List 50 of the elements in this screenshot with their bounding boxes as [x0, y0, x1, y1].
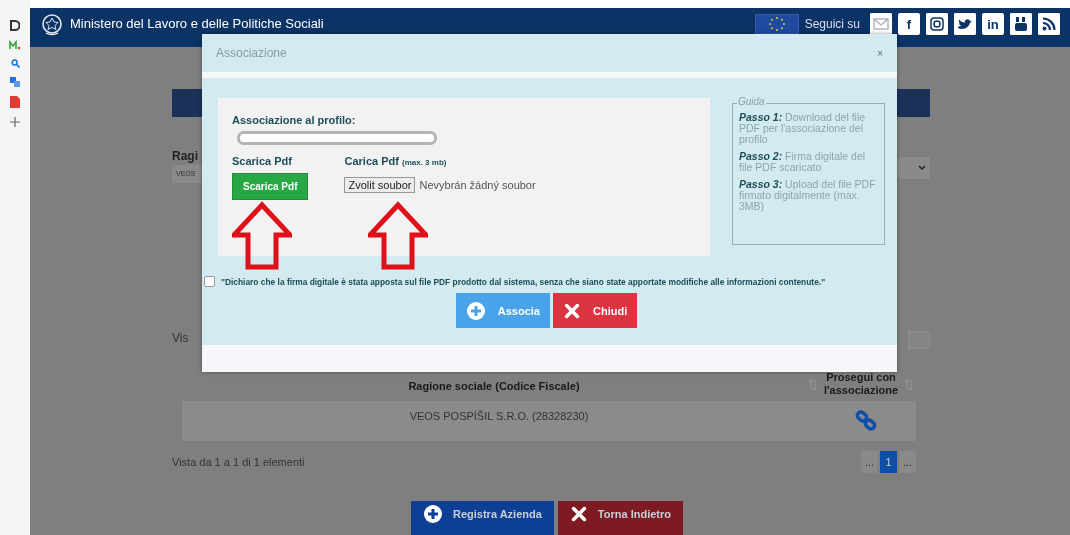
modal-title: Associazione	[216, 46, 287, 60]
action-button[interactable]: Associa	[455, 293, 550, 328]
profile-label: Associazione al profilo:	[232, 114, 357, 126]
social-link[interactable]: in	[982, 13, 1004, 35]
mail-icon[interactable]	[870, 13, 892, 35]
guide-step: Passo 2: Firma digitale del file PDF scaricato	[739, 151, 879, 173]
bird-icon[interactable]	[954, 13, 976, 35]
up-arrow	[368, 201, 428, 271]
social-link[interactable]: f	[898, 13, 920, 35]
select-field[interactable]	[897, 157, 930, 179]
eu-flag-icon	[754, 14, 799, 34]
guide-title: Guida	[737, 96, 766, 107]
search-icon[interactable]	[10, 59, 20, 68]
close-button[interactable]: ×	[877, 47, 883, 59]
chevron-icon	[918, 165, 926, 171]
download-label: Scarica Pdf	[232, 155, 293, 167]
download-button[interactable]: Scarica Pdf	[232, 173, 309, 200]
column-header[interactable]: Prosegui con l'associazione	[820, 371, 902, 397]
size-hint: (max. 3 mb)	[401, 158, 447, 167]
site-title[interactable]: Ministero del Lavoro e delle Politiche Sociali	[70, 16, 324, 31]
upload-label: Carica Pdf	[344, 155, 399, 167]
action-button[interactable]: Torna Indietro	[557, 501, 683, 535]
table-cell-text: VEOS POSPÍŠIL S.R.O. (28328230)	[408, 410, 590, 424]
page-button[interactable]: ...	[861, 451, 878, 473]
pdf-icon[interactable]	[10, 96, 20, 108]
field-label: Ragi	[172, 149, 198, 163]
close-icon	[563, 301, 581, 320]
up-arrow	[232, 201, 292, 271]
emblem-icon	[40, 13, 64, 37]
page-button[interactable]: ...	[899, 451, 916, 473]
table-info: Vista da 1 a 1 di 1 elementi	[172, 456, 305, 468]
column-header[interactable]: Ragione sociale (Codice Fiscale)	[182, 380, 806, 397]
action-button[interactable]: Registra Azienda	[411, 501, 554, 535]
action-button[interactable]: Chiudi	[553, 293, 638, 328]
rss-icon[interactable]	[1038, 13, 1060, 35]
consent-text: "Dichiaro che la firma digitale è stata apposta sul file PDF prodotto dal sistema, senza che siano state apportate modifiche alle informazioni contenute."	[221, 276, 826, 287]
plus-icon	[465, 300, 486, 321]
plus-icon[interactable]	[10, 117, 20, 127]
choose-file-button[interactable]: Zvolit soubor	[344, 177, 416, 193]
link-icon[interactable]	[854, 409, 878, 433]
file-status: Nevybrán žádný soubor	[419, 179, 536, 191]
instagram-icon[interactable]	[926, 13, 948, 35]
follow-label: Seguici su	[804, 17, 860, 31]
page-button[interactable]: 1	[880, 451, 897, 473]
consent-checkbox[interactable]	[204, 276, 215, 287]
plus-icon	[423, 504, 443, 524]
guide-step: Passo 1: Download del file PDF per l'associazione del profilo	[739, 112, 879, 145]
guide-step: Passo 3: Upload del file PDF firmato digitalmente (max. 3MB)	[739, 179, 879, 212]
length-label: Vis	[172, 331, 189, 347]
close-icon	[569, 505, 588, 523]
